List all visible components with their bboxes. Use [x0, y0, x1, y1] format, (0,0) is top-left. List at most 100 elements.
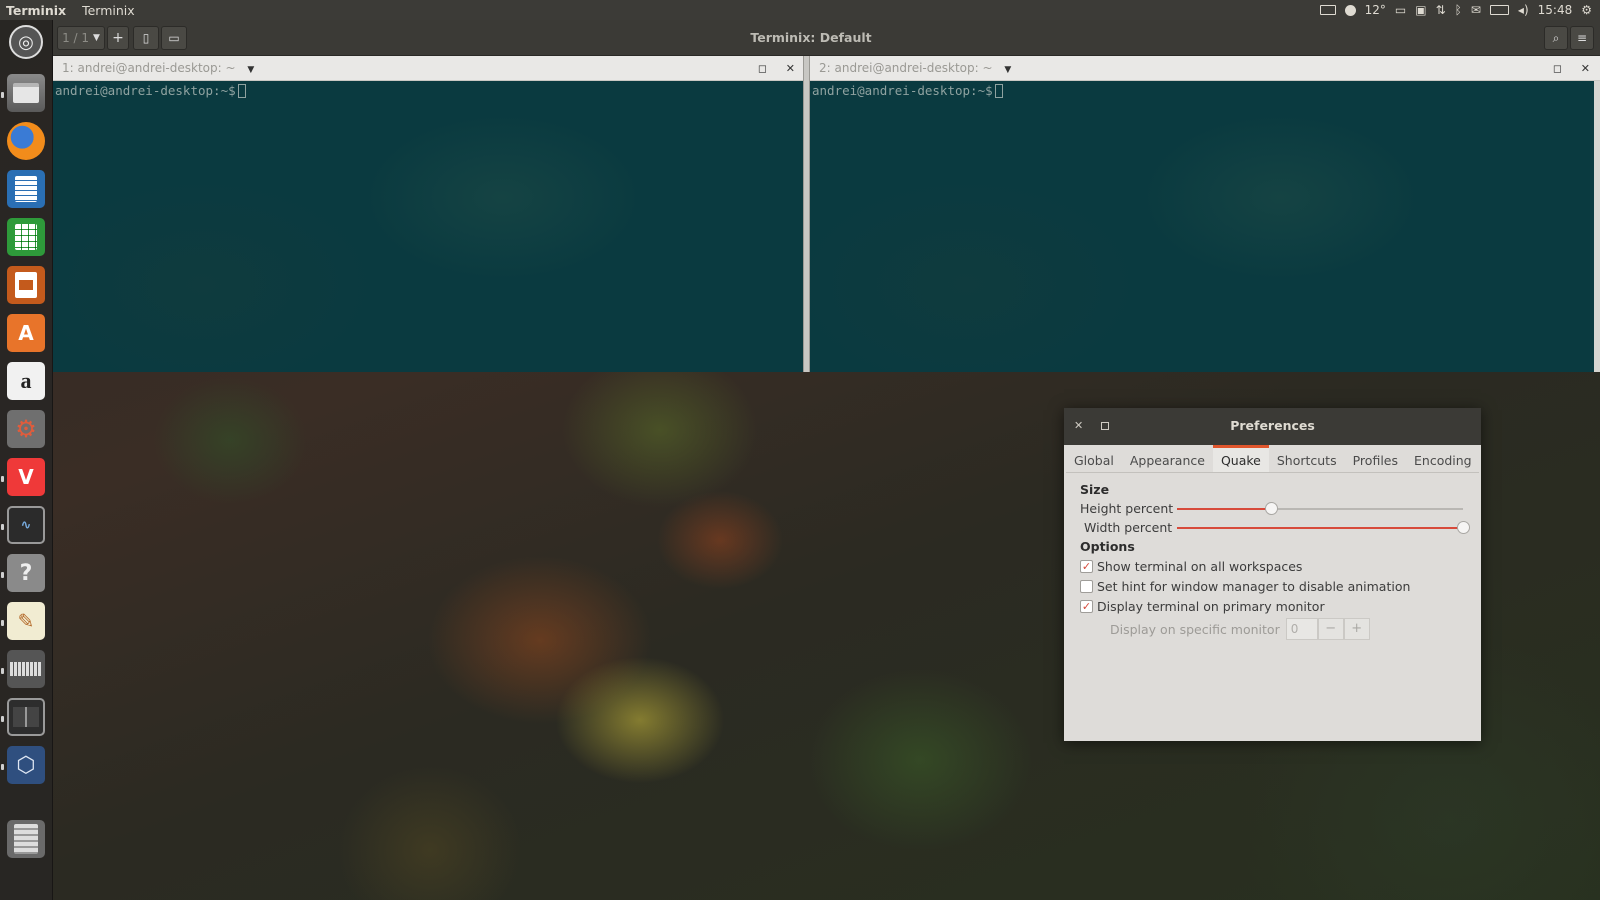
height-slider-handle[interactable]: [1265, 502, 1279, 515]
pane-title-bar[interactable]: 2: andrei@andrei-desktop: ~ ▼: [810, 56, 1600, 81]
text-cursor: [994, 84, 1003, 98]
new-window-button[interactable]: ▯: [133, 26, 159, 50]
running-indicator: [1, 716, 4, 722]
battery-icon[interactable]: [1489, 5, 1509, 15]
software-center-icon[interactable]: A: [7, 314, 45, 352]
weather-icon[interactable]: [1344, 4, 1356, 16]
impress-icon[interactable]: [7, 266, 45, 304]
tab-shortcuts[interactable]: Shortcuts: [1269, 445, 1345, 472]
trash-icon[interactable]: [7, 820, 45, 858]
option-primary-monitor[interactable]: ✓ Display terminal on primary monitor: [1080, 596, 1465, 616]
document-add-icon: ▯: [142, 31, 150, 45]
tab-bar: Global Appearance Quake Shortcuts Profil…: [1066, 445, 1479, 473]
size-heading: Size: [1080, 482, 1110, 497]
window-title: Terminix: Default: [750, 30, 872, 45]
specific-monitor-row: Display on specific monitor 0 − +: [1110, 616, 1465, 642]
running-indicator: [1, 764, 4, 770]
height-slider[interactable]: [1177, 502, 1463, 515]
terminix-window: 1 / 1 ▼ + ▯ ▭ Terminix: Default ⌕ ≡ 1: a…: [53, 20, 1600, 372]
dialog-titlebar[interactable]: ✕ Preferences: [1064, 408, 1481, 445]
checkbox[interactable]: ✓: [1080, 559, 1093, 573]
clock[interactable]: 15:48: [1538, 0, 1573, 20]
network-icon[interactable]: ⇅: [1436, 0, 1446, 20]
session-switcher-button[interactable]: 1 / 1 ▼: [57, 26, 105, 50]
volume-icon[interactable]: ◂): [1518, 0, 1529, 20]
system-settings-icon[interactable]: ⚙: [7, 410, 45, 448]
option-label: Show terminal on all workspaces: [1097, 558, 1303, 574]
keyboard-icon[interactable]: [7, 650, 45, 688]
width-slider-handle[interactable]: [1457, 521, 1470, 534]
workspace-icon[interactable]: ▣: [1415, 0, 1426, 20]
sync-input-button[interactable]: ▭: [161, 26, 187, 50]
indicator-area: 12° ▭ ▣ ⇅ ᛒ ✉ ◂) 15:48 ⚙: [1319, 0, 1600, 20]
add-session-button[interactable]: +: [107, 26, 129, 50]
close-icon[interactable]: ✕: [1581, 56, 1590, 81]
menu-terminix[interactable]: Terminix: [74, 3, 143, 18]
tab-appearance[interactable]: Appearance: [1122, 445, 1213, 472]
shell-prompt: andrei@andrei-desktop:~$: [812, 83, 993, 98]
option-all-workspaces[interactable]: ✓ Show terminal on all workspaces: [1080, 556, 1465, 576]
option-disable-animation[interactable]: Set hint for window manager to disable a…: [1080, 576, 1465, 596]
tab-global[interactable]: Global: [1066, 445, 1122, 472]
text-cursor: [237, 84, 246, 98]
top-panel: Terminix Terminix 12° ▭ ▣ ⇅ ᛒ ✉ ◂) 15:48…: [0, 0, 1600, 20]
terminal-pane-2[interactable]: 2: andrei@andrei-desktop: ~ ▼ ◻ ✕ andrei…: [810, 56, 1600, 372]
maximize-icon[interactable]: ◻: [758, 56, 767, 81]
temperature-text[interactable]: 12°: [1365, 0, 1386, 20]
amazon-icon[interactable]: a: [7, 362, 45, 400]
chevron-down-icon[interactable]: ▼: [1004, 65, 1011, 75]
monitor-spin-input[interactable]: 0: [1285, 618, 1318, 640]
files-icon[interactable]: [7, 74, 45, 112]
decrement-button[interactable]: −: [1317, 618, 1344, 640]
quake-settings: Size Height percent Width percent Option…: [1080, 480, 1470, 642]
launcher: ◎ A a ⚙ V ∿ ? ✎ ⬡: [0, 20, 53, 900]
app-name[interactable]: Terminix: [0, 3, 74, 18]
drive-icon[interactable]: ▭: [1395, 0, 1406, 20]
pane-splitter[interactable]: [803, 56, 810, 372]
system-monitor-icon[interactable]: ∿: [7, 506, 45, 544]
running-indicator: [1, 476, 4, 482]
text-editor-icon[interactable]: ✎: [7, 602, 45, 640]
terminix-icon[interactable]: [7, 698, 45, 736]
width-slider[interactable]: [1177, 521, 1470, 534]
checkbox[interactable]: [1080, 579, 1093, 593]
checkbox[interactable]: ✓: [1080, 599, 1093, 613]
terminal-output[interactable]: andrei@andrei-desktop:~$: [810, 81, 1594, 372]
ubuntu-dash-icon[interactable]: ◎: [9, 25, 43, 59]
pane-title-bar[interactable]: 1: andrei@andrei-desktop: ~ ▼: [53, 56, 803, 81]
tab-quake[interactable]: Quake: [1212, 445, 1269, 472]
search-icon: ⌕: [1552, 30, 1560, 45]
pane-title: 1: andrei@andrei-desktop: ~: [62, 61, 236, 75]
bluetooth-icon[interactable]: ᛒ: [1455, 0, 1462, 20]
menu-button[interactable]: ≡: [1570, 26, 1594, 50]
calc-icon[interactable]: [7, 218, 45, 256]
increment-button[interactable]: +: [1343, 618, 1370, 640]
screen-icon: ▭: [168, 31, 180, 45]
terminal-pane-1[interactable]: 1: andrei@andrei-desktop: ~ ▼ ◻ ✕ andrei…: [53, 56, 803, 372]
help-icon[interactable]: ?: [7, 554, 45, 592]
options-heading: Options: [1080, 539, 1135, 554]
running-indicator: [1, 572, 4, 578]
chevron-down-icon[interactable]: ▼: [247, 65, 254, 75]
height-slider-fill: [1177, 508, 1272, 510]
terminal-output[interactable]: andrei@andrei-desktop:~$: [53, 81, 803, 372]
running-indicator: [1, 620, 4, 626]
vivaldi-icon[interactable]: V: [7, 458, 45, 496]
tab-encoding[interactable]: Encoding: [1406, 445, 1480, 472]
tab-profiles[interactable]: Profiles: [1345, 445, 1406, 472]
running-indicator: [1, 668, 4, 674]
close-icon[interactable]: ✕: [786, 56, 795, 81]
scrollbar[interactable]: [1594, 81, 1600, 372]
writer-icon[interactable]: [7, 170, 45, 208]
monitor-label: Display on specific monitor: [1110, 621, 1280, 637]
power-icon[interactable]: ⚙: [1581, 0, 1592, 20]
running-indicator: [1, 92, 4, 98]
maximize-icon[interactable]: ◻: [1553, 56, 1562, 81]
hamburger-icon: ≡: [1576, 31, 1588, 45]
virtualbox-icon[interactable]: ⬡: [7, 746, 45, 784]
find-button[interactable]: ⌕: [1544, 26, 1568, 50]
running-indicator: [1, 524, 4, 530]
firefox-icon[interactable]: [7, 122, 45, 160]
keyboard-indicator-icon[interactable]: [1319, 5, 1336, 15]
mail-icon[interactable]: ✉: [1471, 0, 1481, 20]
